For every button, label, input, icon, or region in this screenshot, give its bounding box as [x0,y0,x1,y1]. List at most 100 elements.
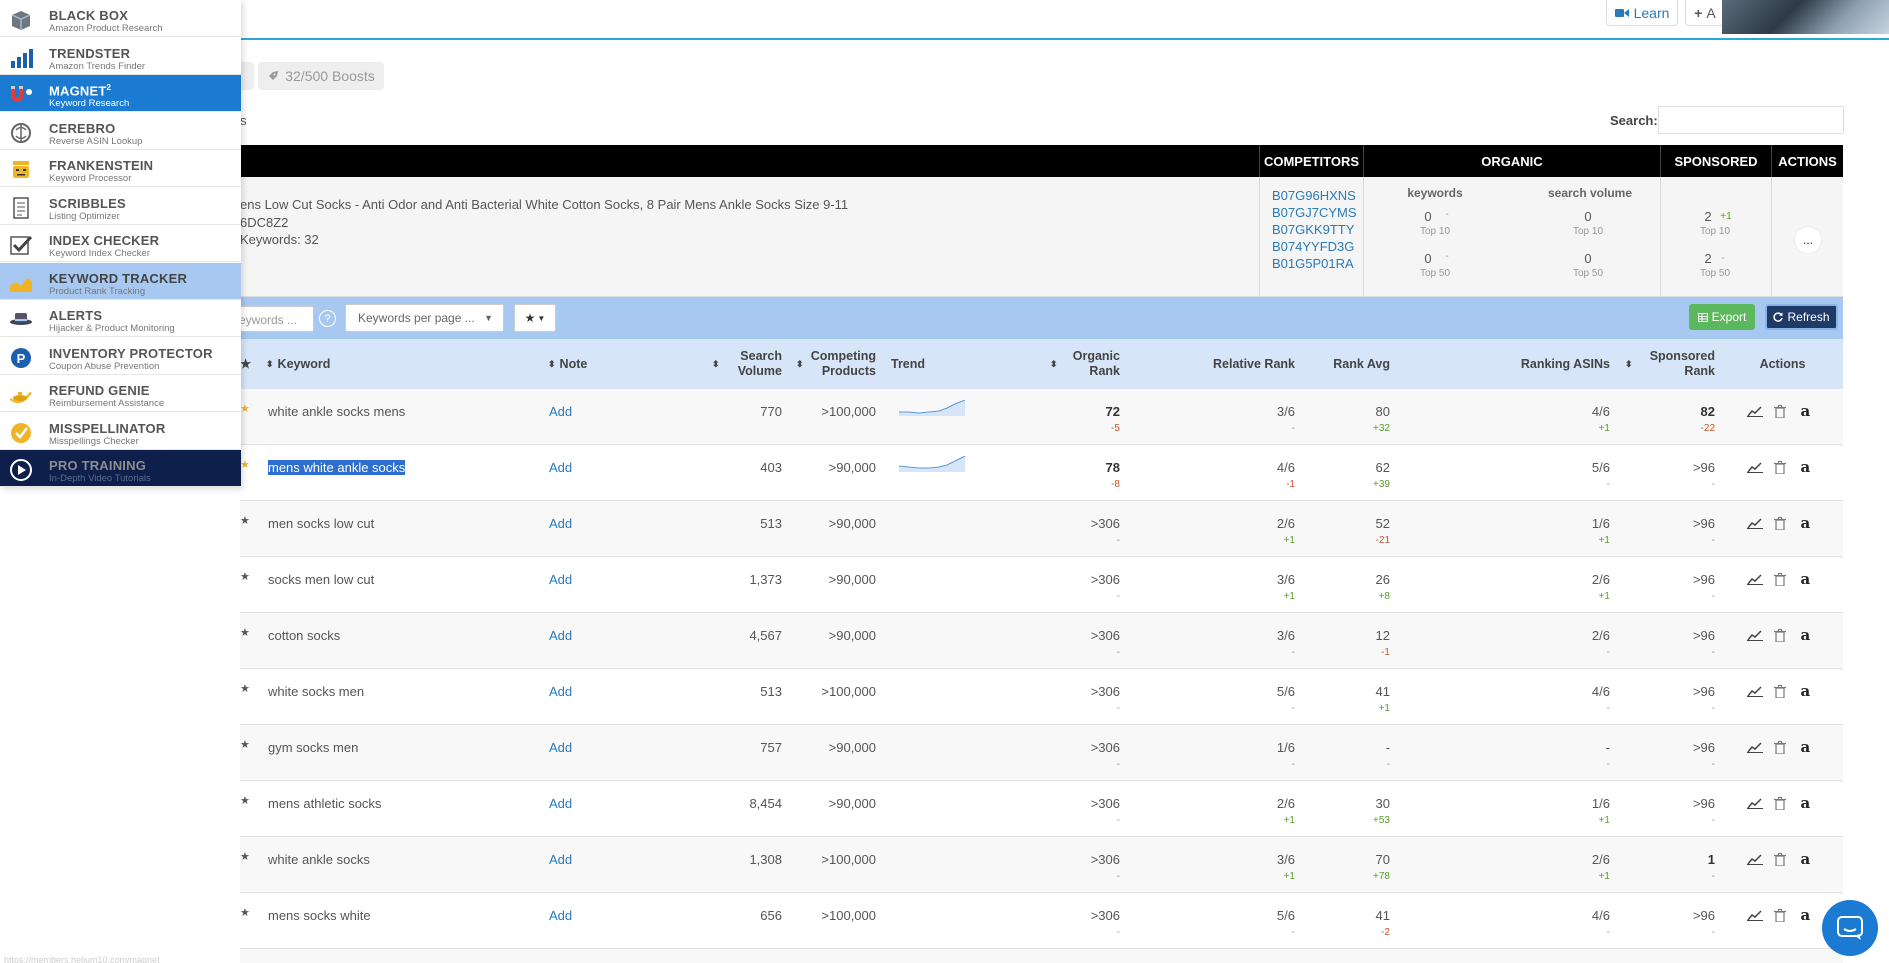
star-icon: ★ [524,311,536,325]
favorite-star-icon[interactable]: ★ [240,794,250,807]
table-icon [1697,312,1708,322]
sidebar-item-keyword-tracker[interactable]: KEYWORD TRACKER Product Rank Tracking [0,262,241,300]
chart-line-icon[interactable] [1746,403,1763,419]
sidebar-item-alerts[interactable]: ALERTS Hijacker & Product Monitoring [0,300,241,337]
favorite-star-icon[interactable]: ★ [240,738,250,751]
trash-icon[interactable] [1771,627,1788,643]
organic-rank-delta: - [1116,759,1120,770]
sidebar-item-trendster[interactable]: TRENDSTER Amazon Trends Finder [0,37,241,75]
sidebar-item-pro-training[interactable]: PRO TRAINING In-Depth Video Tutorials [0,450,241,487]
amazon-icon[interactable]: a [1797,626,1814,644]
trendster-icon [8,47,34,68]
learn-button[interactable]: Learn [1606,0,1678,26]
trash-icon[interactable] [1771,571,1788,587]
amazon-icon[interactable]: a [1797,682,1814,700]
competitor-link[interactable]: B074YYFD3G [1272,239,1354,254]
add-note-link[interactable]: Add [549,516,572,531]
trash-icon[interactable] [1771,851,1788,867]
chart-line-icon[interactable] [1746,515,1763,531]
add-note-link[interactable]: Add [549,796,572,811]
competitor-link[interactable]: B07GKK9TTY [1272,222,1354,237]
header-sponsored-rank[interactable]: ⬍ Sponsored Rank [1625,339,1715,389]
add-note-link[interactable]: Add [549,908,572,923]
favorite-star-icon[interactable]: ★ [240,458,250,471]
competitor-link[interactable]: B07G96HXNS [1272,188,1356,203]
favorite-star-icon[interactable]: ★ [240,906,250,919]
sidebar-item-title: FRANKENSTEIN [49,158,154,173]
trash-icon[interactable] [1771,459,1788,475]
amazon-icon[interactable]: a [1797,906,1814,924]
keywords-per-page-select[interactable]: Keywords per page ... ▼ [345,304,504,332]
header-competing[interactable]: ⬍ Competing Products [796,339,876,389]
add-note-link[interactable]: Add [549,852,572,867]
refresh-button[interactable]: Refresh [1765,304,1838,330]
star-filter-dropdown[interactable]: ★ ▼ [514,304,556,332]
trash-icon[interactable] [1771,907,1788,923]
favorite-star-icon[interactable]: ★ [240,402,250,415]
sidebar-item-index-checker[interactable]: INDEX CHECKER Keyword Index Checker [0,225,241,262]
add-note-link[interactable]: Add [549,404,572,419]
header-keyword[interactable]: ⬍ Keyword [266,339,386,389]
sidebar-item-refund-genie[interactable]: REFUND GENIE Reimbursement Assistance [0,375,241,412]
trash-icon[interactable] [1771,683,1788,699]
help-icon[interactable]: ? [319,310,336,327]
add-note-link[interactable]: Add [549,628,572,643]
amazon-icon[interactable]: a [1797,402,1814,420]
sidebar-item-magnet[interactable]: MAGNET2 Keyword Research [0,75,241,112]
favorite-star-icon[interactable]: ★ [240,682,250,695]
favorite-star-icon[interactable]: ★ [240,626,250,639]
competitor-link[interactable]: B07GJ7CYMS [1272,205,1357,220]
header-note[interactable]: ⬍ Note [548,339,628,389]
amazon-icon[interactable]: a [1797,514,1814,532]
trash-icon[interactable] [1771,403,1788,419]
header-search-volume[interactable]: ⬍ Search Volume [712,339,782,389]
add-note-link[interactable]: Add [549,740,572,755]
header-sv-label: Search Volume [737,349,782,378]
export-button[interactable]: Export [1689,304,1755,330]
trash-icon[interactable] [1771,739,1788,755]
black-box-icon [8,9,34,30]
favorite-star-icon[interactable]: ★ [240,850,250,863]
relative-rank-delta: +1 [1283,591,1295,602]
sponsored-rank: >96 [1692,628,1715,643]
rank-avg: 26 [1375,572,1390,587]
sidebar-item-cerebro[interactable]: CEREBRO Reverse ASIN Lookup [0,112,241,150]
chat-button[interactable] [1822,900,1878,956]
sidebar-item-scribbles[interactable]: SCRIBBLES Listing Optimizer [0,187,241,225]
rank-avg: 41 [1375,908,1390,923]
star-column-header[interactable]: ★ [240,339,254,389]
chart-line-icon[interactable] [1746,907,1763,923]
chart-line-icon[interactable] [1746,851,1763,867]
add-button[interactable]: + A [1685,0,1725,26]
add-note-link[interactable]: Add [549,460,572,475]
chart-line-icon[interactable] [1746,739,1763,755]
favorite-star-icon[interactable]: ★ [240,514,250,527]
sidebar-item-black-box[interactable]: BLACK BOX Amazon Product Research [0,0,241,37]
add-note-link[interactable]: Add [549,572,572,587]
chart-line-icon[interactable] [1746,795,1763,811]
sidebar-item-frankenstein[interactable]: FRANKENSTEIN Keyword Processor [0,150,241,187]
header-organic-rank[interactable]: ⬍ Organic Rank [1050,339,1120,389]
amazon-icon[interactable]: a [1797,850,1814,868]
amazon-icon[interactable]: a [1797,794,1814,812]
amazon-icon[interactable]: a [1797,738,1814,756]
sidebar-item-inventory-protector[interactable]: P INVENTORY PROTECTOR Coupon Abuse Preve… [0,337,241,375]
boosts-left-pill[interactable] [240,62,254,90]
trash-icon[interactable] [1771,515,1788,531]
chart-line-icon[interactable] [1746,683,1763,699]
sidebar-item-misspellinator[interactable]: MISSPELLINATOR Misspellings Checker [0,412,241,450]
add-note-link[interactable]: Add [549,684,572,699]
chart-line-icon[interactable] [1746,627,1763,643]
product-actions-button[interactable]: ... [1794,226,1822,254]
competitor-link[interactable]: B01G5P01RA [1272,256,1354,271]
search-input[interactable] [1658,106,1844,134]
favorite-star-icon[interactable]: ★ [240,570,250,583]
relative-rank: 4/6 [1276,460,1295,475]
chart-line-icon[interactable] [1746,459,1763,475]
relative-rank-delta: - [1291,927,1295,938]
table-row: ★ men socks low cut Add 513 >90,000 >306… [240,501,1843,557]
amazon-icon[interactable]: a [1797,458,1814,476]
amazon-icon[interactable]: a [1797,570,1814,588]
trash-icon[interactable] [1771,795,1788,811]
chart-line-icon[interactable] [1746,571,1763,587]
